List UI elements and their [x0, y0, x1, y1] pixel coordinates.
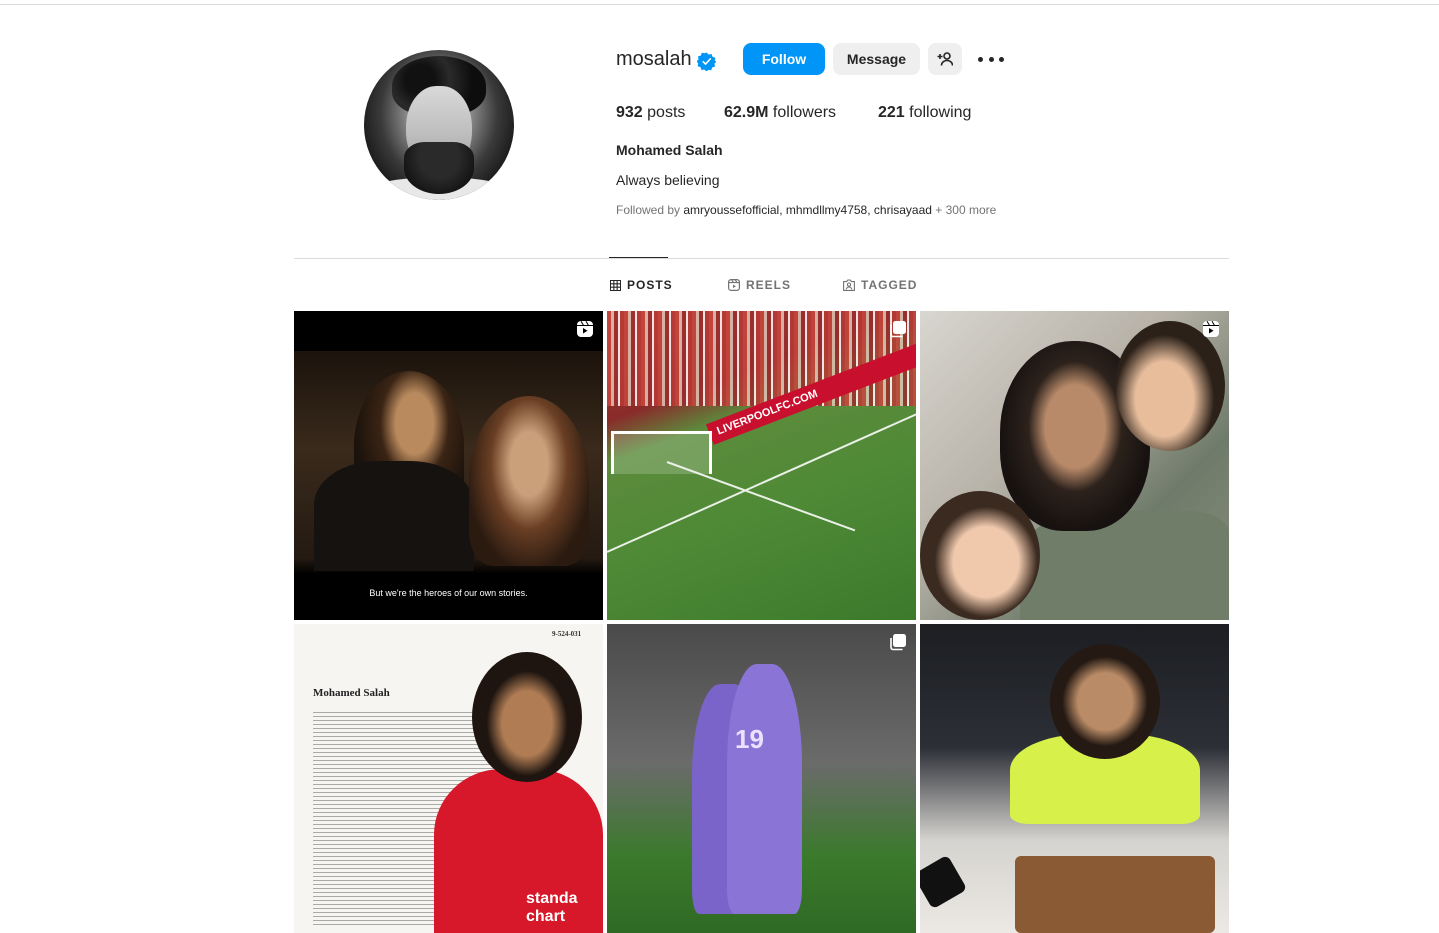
- posts-label: posts: [647, 104, 686, 121]
- profile-bio: Always believing: [616, 172, 720, 188]
- post-doc-title: Mohamed Salah: [313, 687, 390, 699]
- reel-badge-icon: [577, 320, 593, 337]
- post-phone: [920, 854, 968, 910]
- top-divider: [0, 4, 1439, 5]
- tab-posts[interactable]: POSTS: [610, 278, 673, 292]
- tab-tagged[interactable]: TAGGED: [843, 278, 917, 292]
- post-crowd: [607, 311, 916, 406]
- post-sponsor: standa chart: [526, 890, 578, 925]
- profile-username: mosalah: [616, 48, 692, 70]
- post-thumbnail[interactable]: LIVERPOOLFC.COM: [607, 311, 916, 620]
- avatar-beard: [404, 142, 474, 194]
- grid-icon: [610, 279, 621, 291]
- post-thumbnail[interactable]: 9-524-031 Mohamed Salah standa chart: [294, 624, 603, 933]
- tab-reels-label: REELS: [746, 278, 792, 292]
- post-thumbnail[interactable]: [920, 311, 1229, 620]
- post-suit: [314, 461, 474, 571]
- followers-stat[interactable]: 62.9M followers: [724, 104, 836, 122]
- followed-by-prefix: Followed by: [616, 203, 681, 217]
- reels-icon: [728, 279, 740, 291]
- post-person: [1050, 644, 1160, 759]
- followed-by-names: amryoussefofficial, mhmdllmy4758, chrisa…: [683, 203, 932, 217]
- tabs-divider: [294, 258, 1229, 259]
- followed-by-text[interactable]: Followed by amryoussefofficial, mhmdllmy…: [616, 203, 996, 217]
- tab-posts-label: POSTS: [627, 278, 673, 292]
- profile-full-name: Mohamed Salah: [616, 142, 723, 158]
- more-options-icon[interactable]: [978, 48, 1004, 70]
- followers-label: followers: [772, 104, 837, 121]
- profile-avatar[interactable]: [364, 50, 514, 200]
- post-thumbnail[interactable]: [920, 624, 1229, 933]
- message-button[interactable]: Message: [833, 43, 920, 75]
- following-count: 221: [878, 104, 905, 121]
- followers-count: 62.9M: [724, 104, 769, 121]
- post-person: [469, 396, 589, 566]
- tab-reels[interactable]: REELS: [728, 278, 791, 292]
- following-label: following: [909, 104, 972, 121]
- post-thumbnail[interactable]: 19: [607, 624, 916, 933]
- active-tab-indicator: [609, 257, 668, 258]
- posts-stat: 932 posts: [616, 104, 685, 122]
- tab-tagged-label: TAGGED: [861, 278, 918, 292]
- carousel-badge-icon: [890, 321, 906, 338]
- post-jersey-number: 19: [735, 724, 764, 754]
- post-doc-number: 9-524-031: [552, 630, 582, 638]
- reel-badge-icon: [1203, 320, 1219, 337]
- post-thumbnail[interactable]: But we're the heroes of our own stories.: [294, 311, 603, 620]
- following-stat[interactable]: 221 following: [878, 104, 971, 122]
- posts-count: 932: [616, 104, 643, 121]
- add-person-icon: [937, 52, 953, 66]
- post-caption: But we're the heroes of our own stories.: [369, 588, 528, 598]
- post-goal: [611, 431, 712, 474]
- suggested-users-button[interactable]: [928, 43, 962, 75]
- tagged-icon: [843, 279, 855, 291]
- pitch-line: [607, 404, 916, 553]
- followed-by-more: + 300 more: [935, 203, 997, 217]
- pitch-line: [666, 461, 856, 532]
- follow-button[interactable]: Follow: [743, 43, 825, 75]
- verified-badge-icon: [697, 52, 716, 71]
- post-macaron-box: [1015, 856, 1215, 933]
- post-person: [1115, 321, 1225, 451]
- post-player: [727, 664, 802, 914]
- post-person: [920, 491, 1040, 620]
- carousel-badge-icon: [890, 634, 906, 651]
- post-person: [472, 652, 582, 782]
